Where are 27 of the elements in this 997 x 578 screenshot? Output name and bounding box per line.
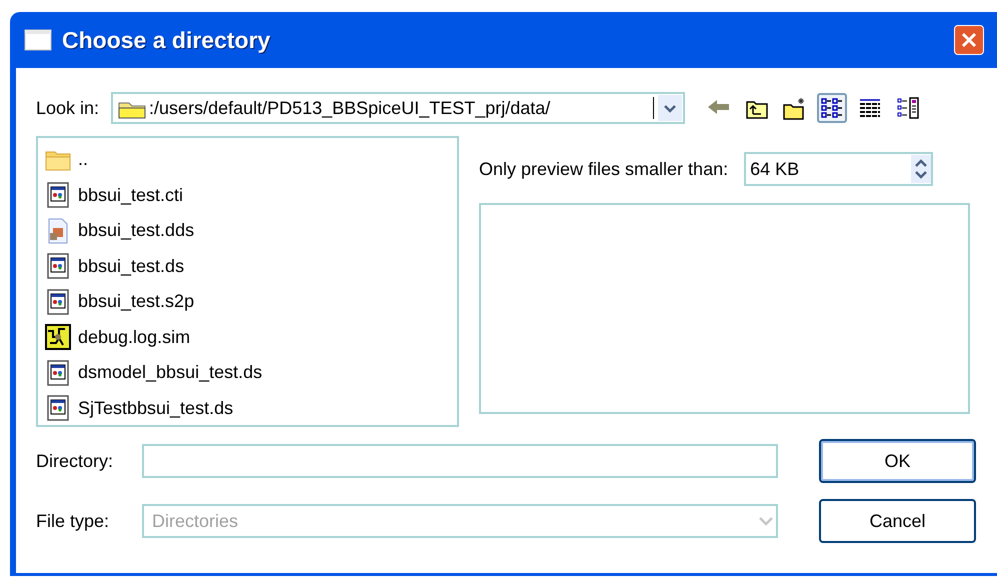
simulation-file-icon [44, 323, 72, 352]
new-folder-icon [782, 96, 806, 120]
list-view-button[interactable] [817, 93, 848, 123]
file-item[interactable]: .. [78, 146, 88, 174]
directory-label: Directory: [36, 450, 114, 473]
look-in-label: Look in: [36, 96, 100, 120]
preview-view-icon [896, 96, 920, 120]
file-item[interactable]: SjTestbbsui_test.ds [78, 394, 234, 422]
dialog-button[interactable]: OK [819, 439, 976, 483]
list-view-icon [820, 96, 844, 120]
file-type-label: File type: [36, 510, 110, 533]
spinner-arrows-icon [911, 155, 932, 183]
file-item[interactable]: debug.log.sim [78, 324, 190, 351]
file-item[interactable]: bbsui_test.ds [78, 252, 184, 280]
look-in-combo[interactable]: :/users/default/PD513_BBSpiceUI_TEST_prj/data/ [111, 92, 686, 124]
close-button[interactable] [954, 25, 984, 55]
dialog-button[interactable]: Cancel [819, 499, 976, 543]
file-item[interactable]: dsmodel_bbsui_test.ds [78, 359, 262, 386]
directory-field[interactable] [142, 444, 778, 478]
file-item[interactable]: bbsui_test.cti [78, 182, 184, 209]
close-icon [960, 31, 978, 49]
window-icon [24, 29, 52, 51]
size-spinbox[interactable]: 64 KB [744, 152, 934, 186]
window-title: Choose a directory [62, 26, 270, 55]
preview-size-label: Only preview files smaller than: [479, 158, 728, 181]
file-item[interactable]: bbsui_test.dds [78, 217, 194, 244]
file-item[interactable]: bbsui_test.s2p [78, 288, 194, 316]
